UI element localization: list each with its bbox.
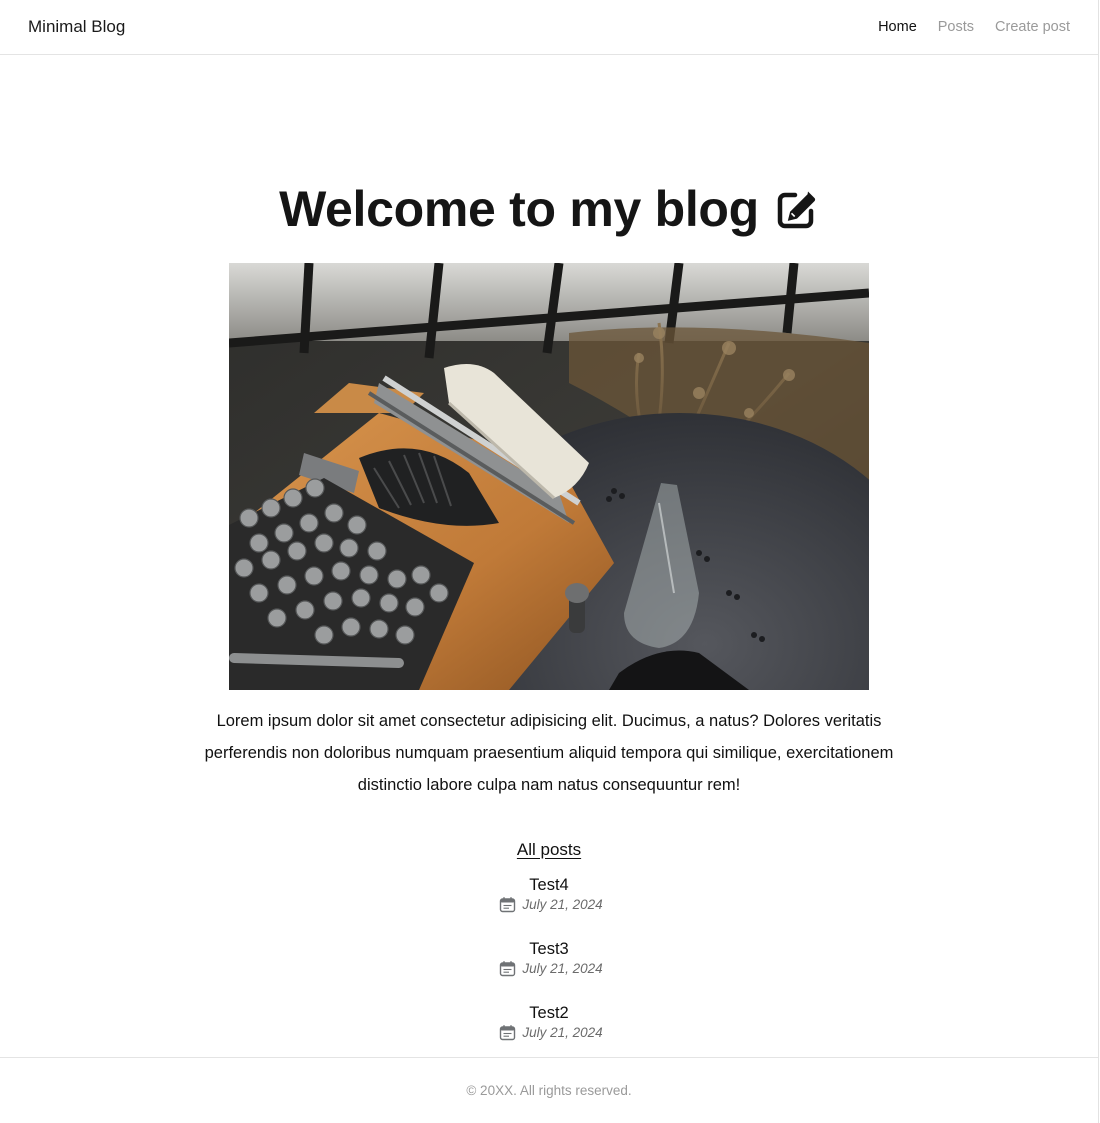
main-content: Welcome to my blog Lorem ipsum dolor sit…: [0, 55, 1098, 1047]
hero-title-text: Welcome to my blog: [279, 181, 759, 237]
post-date-row: July 21, 2024: [499, 896, 603, 913]
post-date: July 21, 2024: [522, 961, 603, 976]
intro-paragraph: Lorem ipsum dolor sit amet consectetur a…: [204, 712, 894, 794]
pencil-square-icon: [777, 191, 816, 229]
typewriter-photo: [229, 263, 869, 690]
post-title-link[interactable]: Test2: [529, 1003, 568, 1023]
post-item: Test2 July 21, 2024: [495, 1003, 603, 1047]
post-item: Test3 July 21, 2024: [495, 939, 603, 1003]
post-list: Test4 July 21, 2024 Test3 July 21, 2024 …: [495, 875, 603, 1047]
nav-create-post[interactable]: Create post: [995, 19, 1070, 35]
post-item: Test4 July 21, 2024: [495, 875, 603, 939]
calendar-icon: [500, 1025, 516, 1041]
post-date: July 21, 2024: [522, 897, 603, 912]
post-date-row: July 21, 2024: [499, 960, 603, 977]
site-footer: © 20XX. All rights reserved.: [0, 1057, 1098, 1123]
post-title-link[interactable]: Test4: [529, 875, 568, 895]
footer-copyright: © 20XX. All rights reserved.: [466, 1083, 632, 1098]
nav-home[interactable]: Home: [878, 19, 917, 35]
page: Minimal Blog Home Posts Create post Welc…: [0, 0, 1099, 1123]
post-title-link[interactable]: Test3: [529, 939, 568, 959]
post-date-row: July 21, 2024: [499, 1024, 603, 1041]
site-header: Minimal Blog Home Posts Create post: [0, 0, 1098, 55]
calendar-icon: [500, 961, 516, 977]
post-date: July 21, 2024: [522, 1025, 603, 1040]
all-posts-link[interactable]: All posts: [517, 839, 581, 861]
main-nav: Home Posts Create post: [878, 19, 1070, 35]
calendar-icon: [500, 897, 516, 913]
hero-title: Welcome to my blog: [279, 181, 819, 237]
brand-link[interactable]: Minimal Blog: [28, 17, 125, 37]
nav-posts[interactable]: Posts: [938, 19, 974, 35]
